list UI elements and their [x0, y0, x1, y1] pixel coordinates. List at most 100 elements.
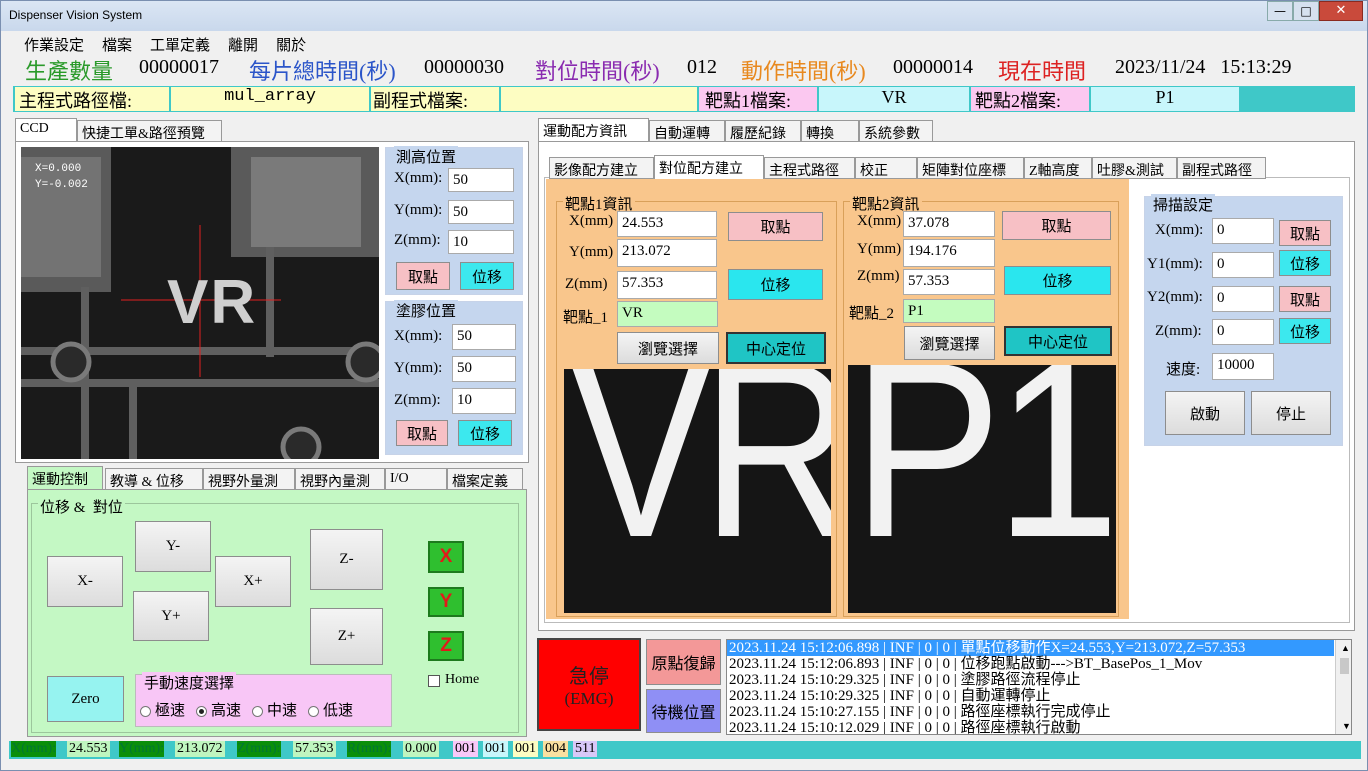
t2-browse-button[interactable]: 瀏覽選擇	[904, 326, 995, 360]
t1-z-input[interactable]: 57.353	[617, 271, 717, 299]
scan-z-input[interactable]: 0	[1212, 319, 1274, 345]
speed-option-low[interactable]: 低速	[308, 699, 353, 720]
glue-take-button[interactable]: 取點	[396, 420, 448, 446]
emg-sublabel: (EMG)	[564, 689, 614, 708]
scan-stop-button[interactable]: 停止	[1251, 391, 1331, 435]
tab-teach-move[interactable]: 教導 & 位移	[105, 468, 203, 490]
height-y-input[interactable]: 50	[448, 200, 514, 224]
subtab-align-recipe[interactable]: 對位配方建立	[654, 155, 764, 179]
menu-item-workorder[interactable]: 工單定義	[141, 34, 219, 54]
subtab-image-recipe[interactable]: 影像配方建立	[549, 157, 654, 179]
subtab-dispense-test[interactable]: 吐膠&測試	[1092, 157, 1177, 179]
x-minus-button[interactable]: X-	[47, 556, 123, 607]
scan-x-take-button[interactable]: 取點	[1279, 220, 1331, 246]
t1-take-button[interactable]: 取點	[728, 212, 823, 241]
scan-start-button[interactable]: 啟動	[1165, 391, 1245, 435]
y-minus-button[interactable]: Y-	[135, 521, 211, 572]
tab-file-define[interactable]: 檔案定義	[447, 468, 523, 490]
target1-file-label: 靶點1檔案:	[699, 87, 817, 111]
z-plus-button[interactable]: Z+	[310, 608, 383, 665]
emergency-stop-button[interactable]: 急停 (EMG)	[537, 638, 641, 731]
tab-auto-run[interactable]: 自動運轉	[649, 120, 725, 142]
scan-y2-take-button[interactable]: 取點	[1279, 286, 1331, 312]
height-z-input[interactable]: 10	[448, 230, 514, 254]
scroll-thumb[interactable]	[1340, 658, 1349, 674]
tab-io[interactable]: I/O	[385, 468, 447, 490]
t1-y-label: Y(mm)	[569, 244, 614, 260]
t2-x-input[interactable]: 37.078	[903, 211, 995, 237]
menu-item-exit[interactable]: 離開	[219, 34, 267, 54]
subtab-matrix-coords[interactable]: 矩陣對位座標	[917, 157, 1024, 179]
target2-file-value: P1	[1091, 87, 1239, 111]
scroll-up-icon[interactable]: ▲	[1338, 640, 1351, 656]
scan-x-input[interactable]: 0	[1212, 218, 1274, 244]
ccd-camera-view: X=0.000 Y=-0.002 VR	[21, 147, 379, 459]
tab-system-params[interactable]: 系統參數	[859, 120, 933, 142]
height-x-input[interactable]: 50	[448, 168, 514, 192]
subtab-sub-path[interactable]: 副程式路徑	[1177, 157, 1266, 179]
home-return-button[interactable]: 原點復歸	[646, 639, 721, 685]
standby-position-button[interactable]: 待機位置	[646, 689, 721, 733]
t1-browse-button[interactable]: 瀏覽選擇	[617, 332, 719, 364]
tab-recipe-info[interactable]: 運動配方資訊	[538, 118, 649, 142]
t2-name-input[interactable]: P1	[903, 299, 995, 323]
scan-y2-input[interactable]: 0	[1212, 286, 1274, 312]
close-icon[interactable]: ✕	[1319, 1, 1363, 21]
stats-bar: 生產數量 00000017 每片總時間(秒) 00000030 對位時間(秒) …	[15, 56, 1317, 84]
home-checkbox[interactable]	[428, 675, 440, 687]
scan-speed-input[interactable]: 10000	[1212, 353, 1274, 380]
t2-move-button[interactable]: 位移	[1004, 266, 1111, 295]
t2-z-input[interactable]: 57.353	[903, 269, 995, 295]
tab-quick-order[interactable]: 快捷工單&路徑預覽	[77, 120, 222, 142]
scroll-down-icon[interactable]: ▼	[1338, 718, 1351, 734]
t1-move-button[interactable]: 位移	[728, 269, 823, 300]
t2-center-button[interactable]: 中心定位	[1004, 326, 1112, 356]
tab-convert[interactable]: 轉換	[801, 120, 859, 142]
height-move-button[interactable]: 位移	[460, 262, 514, 290]
action-time-value: 00000014	[893, 56, 973, 78]
target1-file-value: VR	[819, 87, 969, 111]
tab-inside-measure[interactable]: 視野內量測	[295, 468, 385, 490]
t1-center-button[interactable]: 中心定位	[726, 332, 826, 364]
event-log[interactable]: 2023.11.24 15:12:06.898 | INF | 0 | 0 | …	[726, 639, 1352, 735]
ccd-coord-y: Y=-0.002	[35, 179, 88, 191]
t1-x-label: X(mm)	[569, 213, 614, 229]
menu-item-about[interactable]: 關於	[267, 34, 315, 54]
scan-title: 掃描設定	[1151, 194, 1216, 215]
t1-name-input[interactable]: VR	[617, 301, 718, 327]
t2-y-input[interactable]: 194.176	[903, 239, 995, 267]
maximize-icon[interactable]: □	[1293, 1, 1319, 21]
speed-option-max[interactable]: 極速	[140, 699, 185, 720]
zero-button[interactable]: Zero	[47, 676, 124, 722]
z-minus-button[interactable]: Z-	[310, 529, 383, 590]
t1-x-input[interactable]: 24.553	[617, 211, 717, 237]
glue-x-input[interactable]: 50	[452, 324, 516, 350]
subtab-main-path[interactable]: 主程式路徑	[764, 157, 855, 179]
speed-option-high[interactable]: 高速	[196, 699, 241, 720]
tab-motion-control[interactable]: 運動控制	[27, 466, 103, 490]
subtab-calibration[interactable]: 校正	[855, 157, 917, 179]
radio-icon	[308, 706, 320, 718]
x-plus-button[interactable]: X+	[215, 556, 291, 607]
speed-option-mid[interactable]: 中速	[252, 699, 297, 720]
height-take-button[interactable]: 取點	[396, 262, 450, 290]
scan-y1-move-button[interactable]: 位移	[1279, 250, 1331, 276]
log-scrollbar[interactable]: ▲ ▼	[1335, 640, 1351, 734]
status-y-label: Y(mm):	[119, 741, 165, 757]
scan-z-move-button[interactable]: 位移	[1279, 318, 1331, 344]
tab-history[interactable]: 履歷紀錄	[725, 120, 801, 142]
glue-z-input[interactable]: 10	[452, 388, 516, 414]
menu-item-settings[interactable]: 作業設定	[15, 34, 93, 54]
minimize-icon[interactable]: —	[1267, 1, 1293, 21]
tab-ccd[interactable]: CCD	[15, 118, 77, 142]
y-plus-button[interactable]: Y+	[133, 591, 209, 641]
subtab-z-height[interactable]: Z軸高度	[1024, 157, 1092, 179]
glue-y-input[interactable]: 50	[452, 356, 516, 382]
scan-y1-input[interactable]: 0	[1212, 252, 1274, 278]
t1-y-input[interactable]: 213.072	[617, 239, 717, 267]
status-counter-2: 001	[483, 741, 508, 757]
tab-outside-measure[interactable]: 視野外量測	[203, 468, 295, 490]
glue-move-button[interactable]: 位移	[458, 420, 512, 446]
menu-item-file[interactable]: 檔案	[93, 34, 141, 54]
t2-take-button[interactable]: 取點	[1002, 211, 1111, 240]
